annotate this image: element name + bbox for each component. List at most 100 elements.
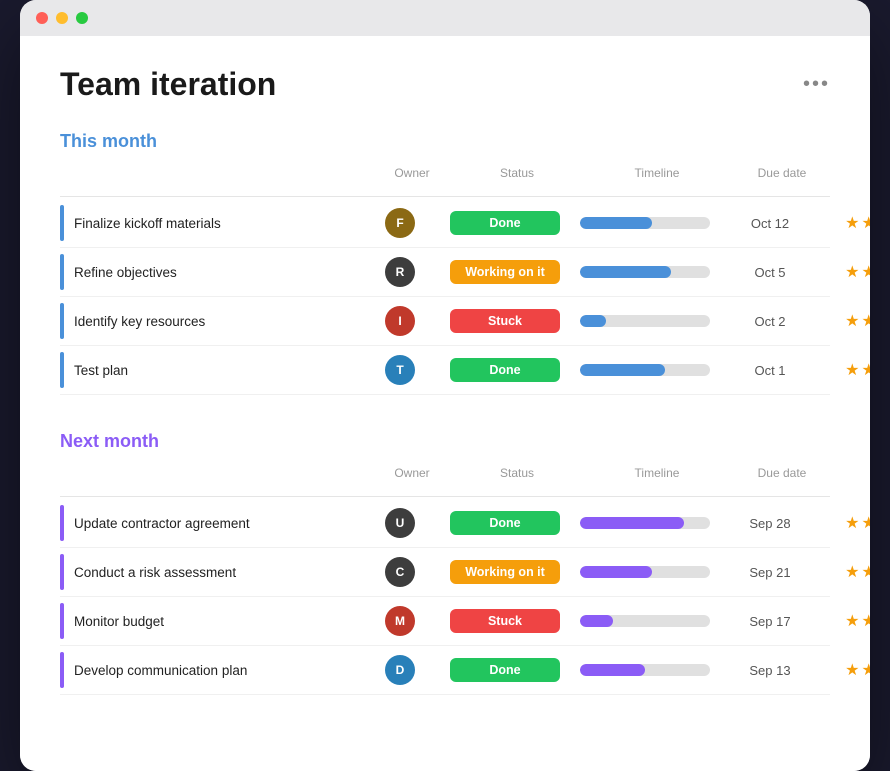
task-name: Finalize kickoff materials [74, 216, 221, 231]
timeline-cell [570, 615, 720, 627]
status-badge: Working on it [450, 560, 560, 584]
owner-cell: I [360, 306, 440, 336]
timeline-fill [580, 664, 645, 676]
status-badge: Working on it [450, 260, 560, 284]
owner-cell: C [360, 557, 440, 587]
star-icon: ★ [845, 513, 859, 533]
star-icon: ★ [845, 660, 859, 680]
table-row: Conduct a risk assessment C Working on i… [60, 548, 830, 597]
owner-cell: D [360, 655, 440, 685]
avatar: D [385, 655, 415, 685]
owner-cell: R [360, 257, 440, 287]
owner-cell: T [360, 355, 440, 385]
task-name: Develop communication plan [74, 663, 247, 678]
col-priority: Priority [832, 466, 870, 492]
table-row: Identify key resources I Stuck Oct 2 ★★★… [60, 297, 830, 346]
status-badge: Stuck [450, 309, 560, 333]
task-name: Identify key resources [74, 314, 205, 329]
timeline-bar [580, 364, 710, 376]
col-due-date: Due date [732, 166, 832, 192]
minimize-dot[interactable] [56, 12, 68, 24]
priority-cell: ★★★★★ [820, 213, 870, 233]
owner-cell: U [360, 508, 440, 538]
col-timeline: Timeline [582, 166, 732, 192]
star-icon: ★ [845, 611, 859, 631]
priority-cell: ★★★★★ [820, 660, 870, 680]
status-cell: Stuck [440, 609, 570, 633]
avatar: T [385, 355, 415, 385]
table-row: Test plan T Done Oct 1 ★★★★★ [60, 346, 830, 395]
task-name-cell: Update contractor agreement [60, 505, 360, 541]
star-icon: ★ [845, 213, 859, 233]
timeline-cell [570, 364, 720, 376]
task-border [60, 505, 64, 541]
col-owner: Owner [372, 466, 452, 492]
priority-cell: ★★★★★ [820, 611, 870, 631]
avatar: U [385, 508, 415, 538]
timeline-fill [580, 566, 652, 578]
timeline-fill [580, 266, 671, 278]
titlebar [20, 0, 870, 36]
col-owner: Owner [372, 166, 452, 192]
section-title: Next month [60, 431, 159, 452]
task-border [60, 205, 64, 241]
status-badge: Done [450, 658, 560, 682]
task-border [60, 352, 64, 388]
task-name-cell: Monitor budget [60, 603, 360, 639]
priority-cell: ★★★★★ [820, 513, 870, 533]
status-cell: Done [440, 358, 570, 382]
star-icon: ★ [845, 311, 859, 331]
avatar: F [385, 208, 415, 238]
star-icon: ★ [861, 513, 870, 533]
task-border [60, 554, 64, 590]
due-date: Sep 13 [720, 663, 820, 678]
star-icon: ★ [861, 660, 870, 680]
priority-cell: ★★★★★ [820, 311, 870, 331]
timeline-cell [570, 217, 720, 229]
section-this-month: This monthOwnerStatusTimelineDue datePri… [60, 131, 830, 395]
star-icon: ★ [861, 360, 870, 380]
status-badge: Done [450, 511, 560, 535]
maximize-dot[interactable] [76, 12, 88, 24]
due-date: Oct 2 [720, 314, 820, 329]
col-status: Status [452, 166, 582, 192]
status-cell: Done [440, 211, 570, 235]
col-priority: Priority [832, 166, 870, 192]
table-row: Update contractor agreement U Done Sep 2… [60, 499, 830, 548]
status-cell: Done [440, 511, 570, 535]
owner-cell: F [360, 208, 440, 238]
timeline-bar [580, 315, 710, 327]
page-title: Team iteration [60, 66, 276, 103]
timeline-cell [570, 315, 720, 327]
table-row: Refine objectives R Working on it Oct 5 … [60, 248, 830, 297]
status-badge: Done [450, 211, 560, 235]
task-name: Refine objectives [74, 265, 177, 280]
close-dot[interactable] [36, 12, 48, 24]
status-badge: Done [450, 358, 560, 382]
timeline-bar [580, 217, 710, 229]
avatar: R [385, 257, 415, 287]
task-border [60, 303, 64, 339]
due-date: Sep 21 [720, 565, 820, 580]
task-border [60, 603, 64, 639]
status-cell: Stuck [440, 309, 570, 333]
due-date: Sep 17 [720, 614, 820, 629]
section-header-row: Next month [60, 431, 830, 452]
due-date: Sep 28 [720, 516, 820, 531]
timeline-cell [570, 664, 720, 676]
more-options-button[interactable]: ••• [803, 73, 830, 96]
task-name-cell: Test plan [60, 352, 360, 388]
section-header-row: This month [60, 131, 830, 152]
star-icon: ★ [861, 611, 870, 631]
star-icon: ★ [861, 213, 870, 233]
task-name-cell: Conduct a risk assessment [60, 554, 360, 590]
task-name: Test plan [74, 363, 128, 378]
priority-cell: ★★★★★ [820, 562, 870, 582]
task-name-cell: Refine objectives [60, 254, 360, 290]
task-name: Monitor budget [74, 614, 164, 629]
section-title: This month [60, 131, 157, 152]
priority-cell: ★★★★★ [820, 360, 870, 380]
col-status: Status [452, 466, 582, 492]
page-header: Team iteration ••• [60, 66, 830, 103]
timeline-bar [580, 664, 710, 676]
